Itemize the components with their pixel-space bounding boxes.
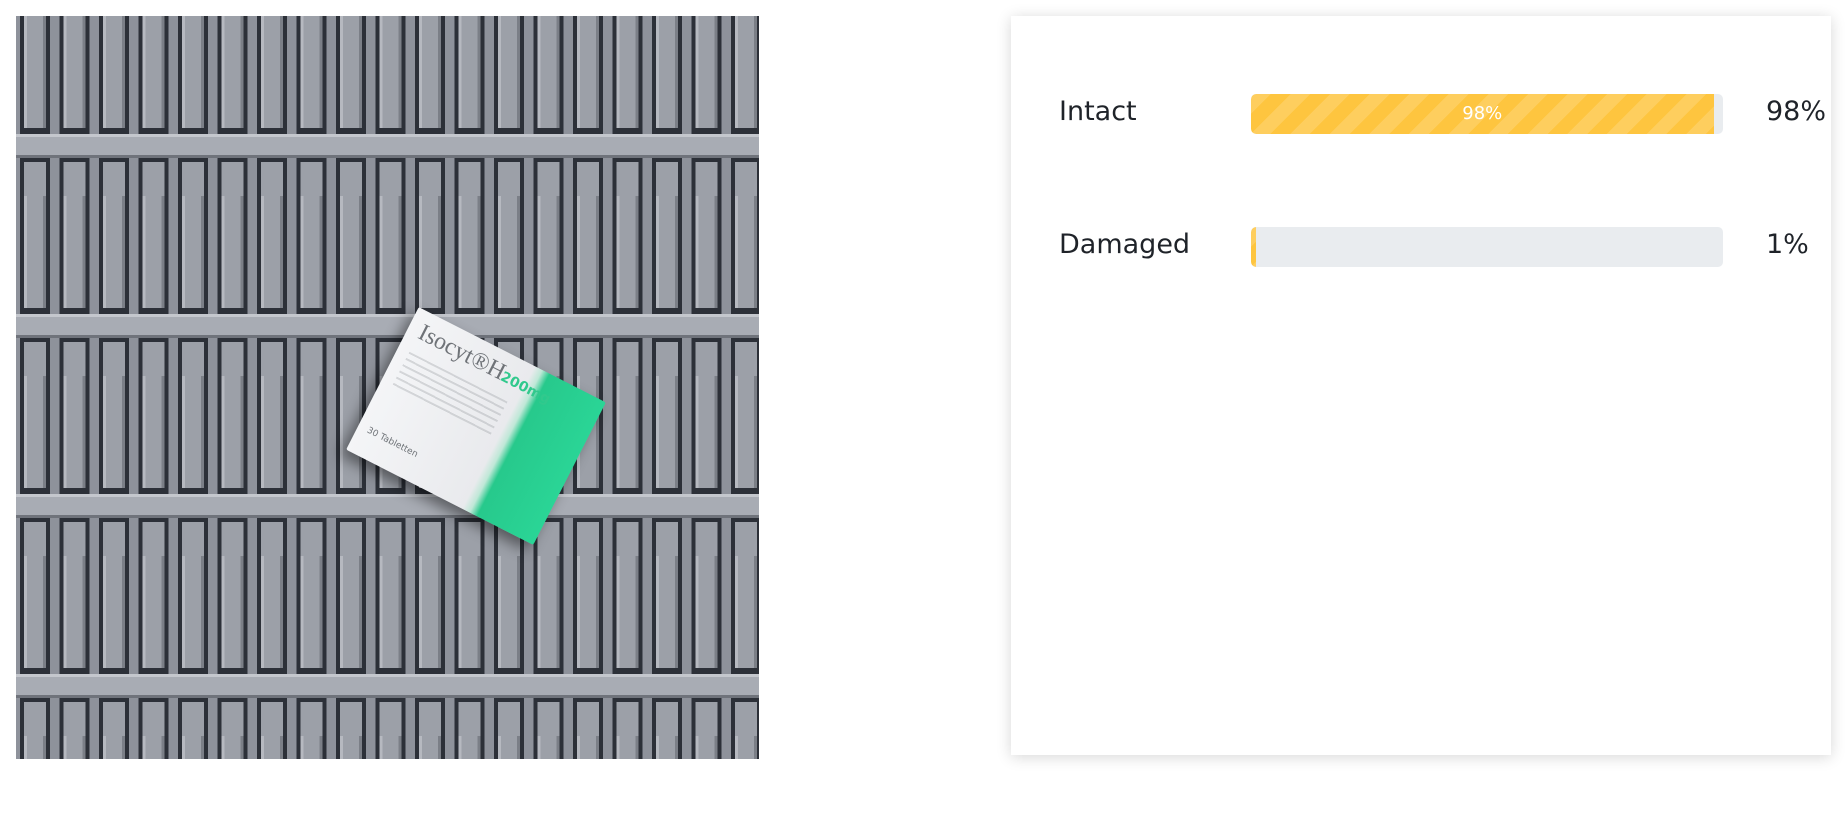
result-label: Damaged <box>1059 229 1191 260</box>
confidence-bar-text: 98% <box>1462 103 1503 124</box>
inspection-image: Isocyt®H 200mg 30 Tabletten <box>16 16 759 759</box>
confidence-bar-text <box>1251 227 1256 267</box>
classification-results-card: Intact 98% 98% Damaged 1% <box>1011 16 1831 755</box>
confidence-bar: 98% <box>1251 94 1723 134</box>
result-label: Intact <box>1059 96 1137 127</box>
result-row-damaged: Damaged 1% <box>1059 227 1819 267</box>
result-percent: 98% <box>1766 96 1827 127</box>
confidence-bar <box>1251 227 1723 267</box>
package-count-text: 30 Tabletten <box>365 425 420 460</box>
result-row-intact: Intact 98% 98% <box>1059 94 1826 134</box>
page: Isocyt®H 200mg 30 Tabletten Intact 98% 9… <box>0 0 1847 814</box>
result-percent: 1% <box>1766 229 1809 260</box>
